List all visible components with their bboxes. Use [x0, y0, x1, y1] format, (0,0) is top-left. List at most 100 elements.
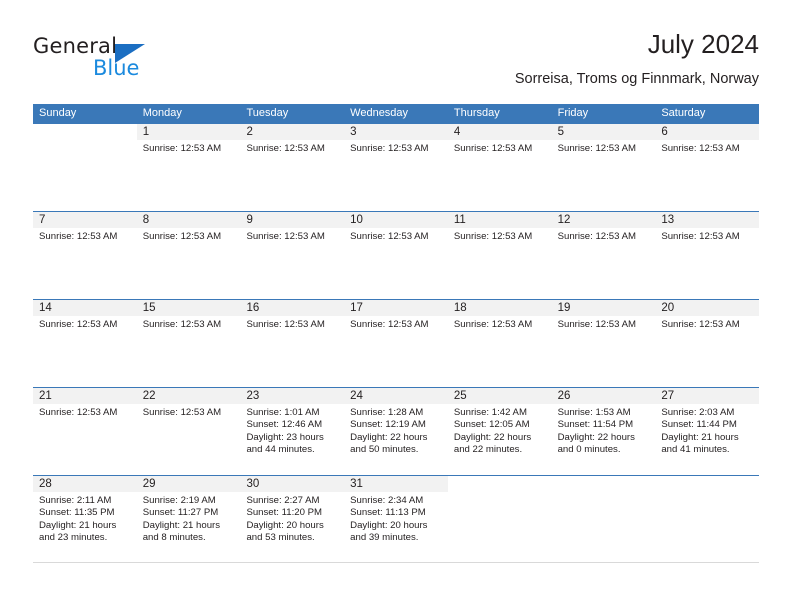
day-number-band: 17	[344, 300, 448, 316]
calendar-day-cell[interactable]: 10 Sunrise: 12:53 AM	[344, 212, 448, 299]
calendar-day-cell[interactable]: 20 Sunrise: 12:53 AM	[655, 300, 760, 387]
day-events: Sunrise: 1:53 AM Sunset: 11:54 PM Daylight…	[552, 404, 656, 456]
day-number: 13	[661, 214, 675, 226]
calendar-day-cell[interactable]: 26 Sunrise: 1:53 AM Sunset: 11:54 PM Daylig…	[551, 388, 656, 475]
calendar-day-cell[interactable]: 18 Sunrise: 12:53 AM	[447, 300, 552, 387]
calendar-day-cell[interactable]: 12 Sunrise: 12:53 AM	[551, 212, 656, 299]
calendar-day-cell[interactable]: 8 Sunrise: 12:53 AM	[136, 212, 241, 299]
day-number: 27	[661, 390, 675, 402]
day-events	[655, 492, 759, 495]
calendar-day-cell[interactable]: 5 Sunrise: 12:53 AM	[551, 124, 656, 211]
calendar-day-cell[interactable]: 4 Sunrise: 12:53 AM	[447, 124, 552, 211]
day-events: Sunrise: 12:53 AM	[137, 404, 241, 419]
day-events: Sunrise: 12:53 AM	[552, 228, 656, 243]
day-event-line: Sunrise: 12:53 AM	[142, 407, 222, 418]
calendar-day-cell[interactable]: 21 Sunrise: 12:53 AM	[33, 388, 137, 475]
calendar-day-cell[interactable]: 3 Sunrise: 12:53 AM	[344, 124, 448, 211]
day-number: 11	[453, 214, 466, 226]
day-number-band: 25	[447, 388, 552, 404]
day-event-line: Sunrise: 12:53 AM	[39, 319, 118, 330]
calendar-day-cell[interactable]: 31 Sunrise: 2:34 AM Sunset: 11:13 PM Daylig…	[344, 476, 448, 562]
calendar-day-cell[interactable]: 28 Sunrise: 2:11 AM Sunset: 11:35 PM Daylig…	[33, 476, 137, 562]
calendar-day-cell[interactable]: 6 Sunrise: 12:53 AM	[655, 124, 760, 211]
day-events: Sunrise: 2:34 AM Sunset: 11:13 PM Daylight…	[344, 492, 448, 544]
day-number-band: 9	[240, 212, 345, 228]
day-event-line: Sunrise: 12:53 AM	[661, 319, 740, 330]
day-number: 30	[246, 478, 260, 490]
day-number: 5	[557, 126, 564, 138]
calendar-day-cell[interactable]: 2 Sunrise: 12:53 AM	[240, 124, 345, 211]
weekday-header-thursday: Thursday	[453, 107, 500, 119]
day-event-line: Daylight: 20 hours	[350, 519, 428, 531]
calendar-day-cell[interactable]: 23 Sunrise: 1:01 AM Sunset: 12:46 AM Daylig…	[240, 388, 345, 475]
day-number-band	[448, 476, 552, 492]
day-number-band: 1	[136, 124, 241, 140]
logo-text-blue: Blue	[93, 56, 140, 80]
calendar-page: General Blue July 2024 Sorreisa, Troms o…	[0, 0, 792, 612]
calendar-day-cell[interactable]: 1 Sunrise: 12:53 AM	[136, 124, 241, 211]
day-number-band: 11	[447, 212, 552, 228]
calendar-day-cell[interactable]: 19 Sunrise: 12:53 AM	[551, 300, 656, 387]
day-number: 6	[661, 126, 668, 138]
day-events: Sunrise: 12:53 AM	[240, 228, 344, 243]
day-events: Sunrise: 12:53 AM	[137, 316, 241, 331]
day-events: Sunrise: 2:19 AM Sunset: 11:27 PM Daylight…	[137, 492, 241, 544]
day-number-band: 30	[240, 476, 345, 492]
day-number: 21	[39, 390, 52, 402]
day-number-band: 3	[344, 124, 448, 140]
calendar-grid: Sunday Monday Tuesday Wednesday Thursday Frid…	[33, 104, 760, 563]
calendar-empty-cell	[447, 476, 552, 562]
day-event-line: Daylight: 21 hours	[142, 519, 221, 531]
day-number: 23	[246, 390, 260, 402]
day-events: Sunrise: 12:53 AM	[448, 228, 552, 243]
day-events	[552, 492, 656, 495]
day-events	[33, 140, 137, 143]
general-blue-logo[interactable]: General Blue	[33, 34, 263, 90]
calendar-day-cell[interactable]: 13 Sunrise: 12:53 AM	[655, 212, 760, 299]
day-events: Sunrise: 2:27 AM Sunset: 11:20 PM Daylight…	[240, 492, 344, 544]
day-number-band: 10	[344, 212, 448, 228]
calendar-day-cell[interactable]: 11 Sunrise: 12:53 AM	[447, 212, 552, 299]
calendar-day-cell[interactable]: 14 Sunrise: 12:53 AM	[33, 300, 137, 387]
calendar-day-cell[interactable]: 24 Sunrise: 1:28 AM Sunset: 12:19 AM Daylig…	[344, 388, 448, 475]
day-number-band: 6	[655, 124, 760, 140]
calendar-day-cell[interactable]: 25 Sunrise: 1:42 AM Sunset: 12:05 AM Daylig…	[447, 388, 552, 475]
day-event-line: Sunrise: 12:53 AM	[557, 319, 636, 330]
calendar-day-cell[interactable]: 27 Sunrise: 2:03 AM Sunset: 11:44 PM Daylig…	[655, 388, 760, 475]
day-event-line: Sunrise: 12:53 AM	[142, 143, 222, 154]
day-event-line: Sunrise: 12:53 AM	[661, 143, 740, 154]
calendar-weeks: 1 Sunrise: 12:53 AM 2 Sunrise: 12:53 AM 3 Sun…	[33, 123, 760, 563]
calendar-day-cell[interactable]: 17 Sunrise: 12:53 AM	[344, 300, 448, 387]
day-number: 17	[350, 302, 363, 314]
day-number: 22	[142, 390, 156, 402]
day-number: 31	[350, 478, 363, 490]
day-event-line: Sunrise: 2:19 AM	[142, 495, 216, 506]
day-event-line: Sunrise: 12:53 AM	[453, 143, 533, 154]
day-number: 2	[246, 126, 253, 138]
day-event-line: Daylight: 22 hours	[557, 431, 635, 443]
calendar-day-cell[interactable]: 22 Sunrise: 12:53 AM	[136, 388, 241, 475]
calendar-day-cell[interactable]: 30 Sunrise: 2:27 AM Sunset: 11:20 PM Daylig…	[240, 476, 345, 562]
weekday-header-saturday: Saturday	[661, 107, 706, 119]
day-events: Sunrise: 12:53 AM	[655, 228, 759, 243]
calendar-day-cell[interactable]: 9 Sunrise: 12:53 AM	[240, 212, 345, 299]
calendar-day-cell[interactable]: 16 Sunrise: 12:53 AM	[240, 300, 345, 387]
day-events: Sunrise: 12:53 AM	[344, 316, 448, 331]
day-event-line: Sunrise: 12:53 AM	[246, 319, 325, 330]
day-number: 24	[350, 390, 363, 402]
day-event-line: Sunset: 11:54 PM	[557, 419, 634, 431]
weekday-header-tuesday: Tuesday	[246, 107, 289, 119]
calendar-day-cell[interactable]: 29 Sunrise: 2:19 AM Sunset: 11:27 PM Daylig…	[136, 476, 241, 562]
day-event-line: Sunset: 11:27 PM	[142, 507, 219, 519]
day-event-line: Daylight: 20 hours	[246, 519, 324, 531]
day-event-line: Sunrise: 12:53 AM	[350, 143, 429, 154]
calendar-day-cell[interactable]: 7 Sunrise: 12:53 AM	[33, 212, 137, 299]
day-number-band: 29	[136, 476, 241, 492]
day-number-band: 2	[240, 124, 345, 140]
calendar-week-row: 14 Sunrise: 12:53 AM 15 Sunrise: 12:53 AM 16…	[33, 299, 760, 387]
calendar-day-cell[interactable]: 15 Sunrise: 12:53 AM	[136, 300, 241, 387]
weekday-header-monday: Monday	[142, 107, 182, 119]
day-event-line: Sunrise: 12:53 AM	[661, 231, 740, 242]
day-events	[448, 492, 552, 495]
day-event-line: Sunrise: 12:53 AM	[39, 231, 118, 242]
